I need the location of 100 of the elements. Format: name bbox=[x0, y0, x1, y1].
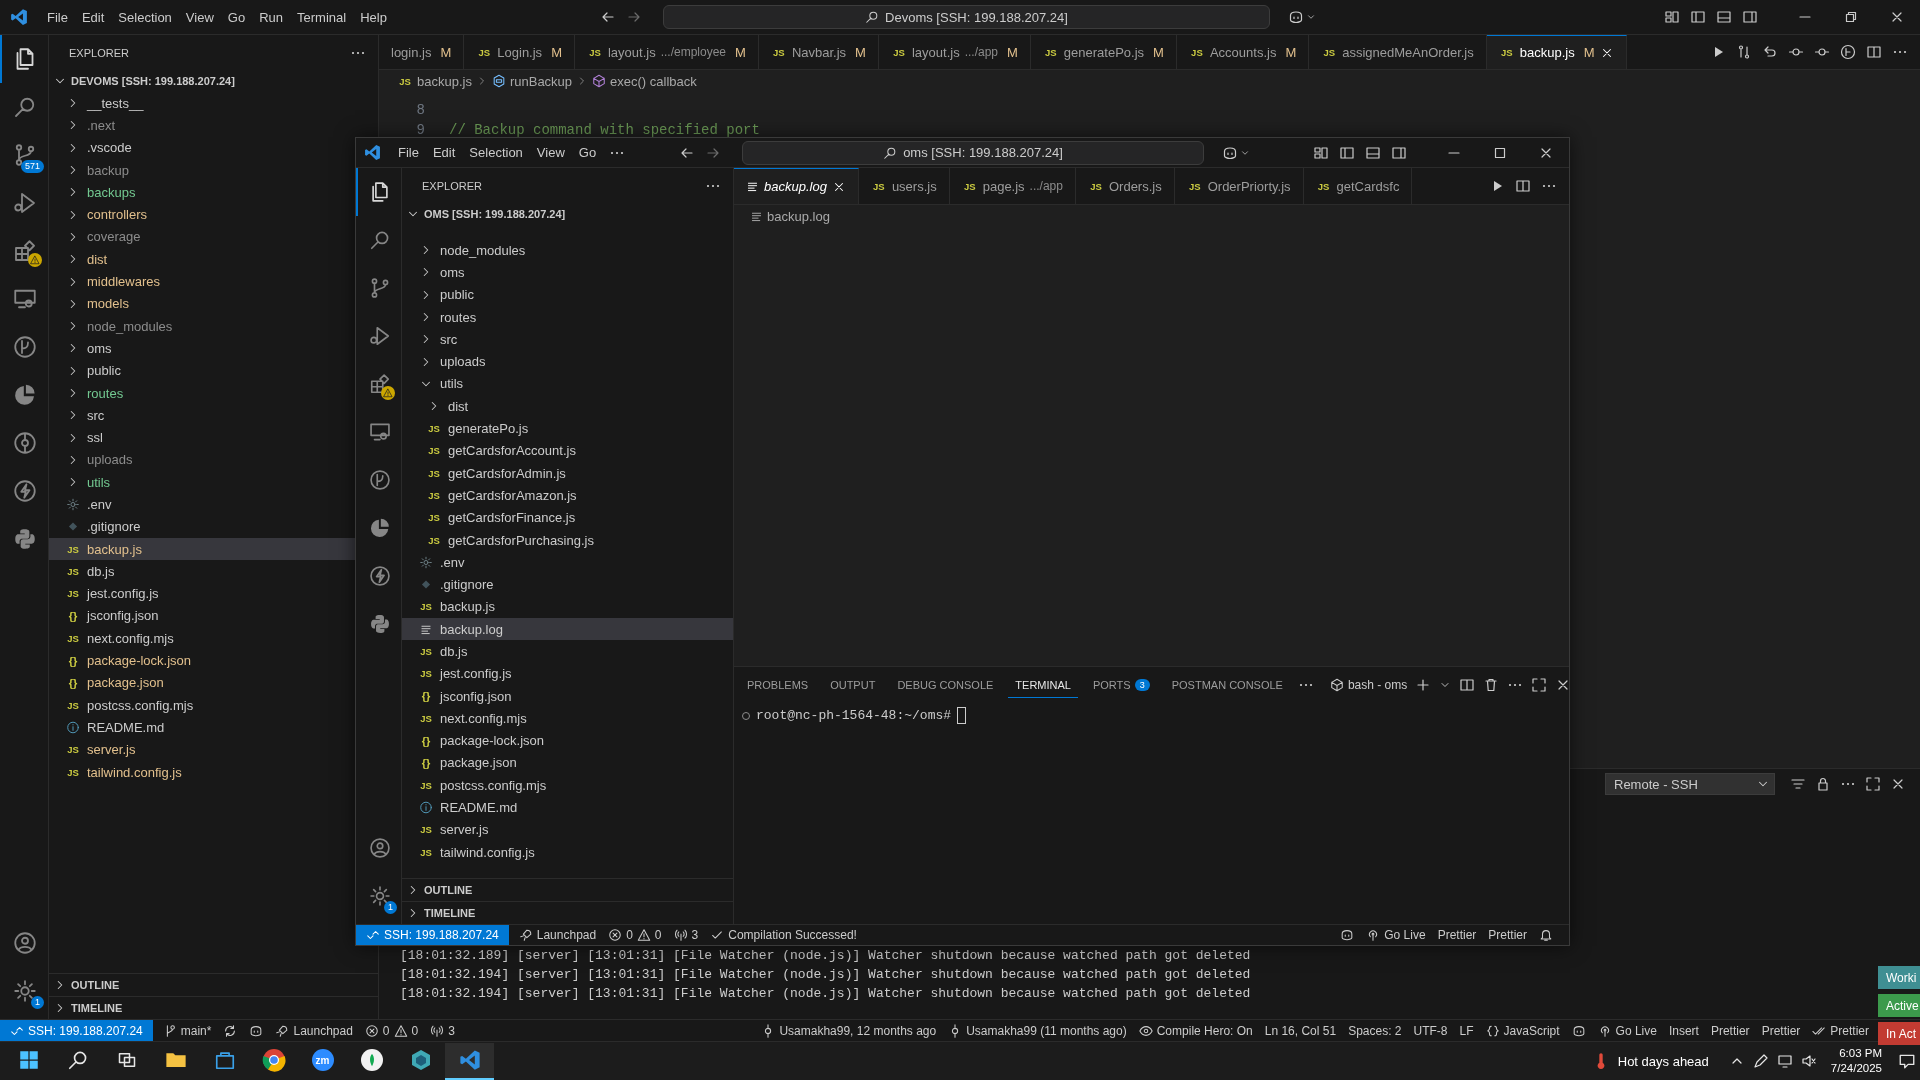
tree-item[interactable]: JS jest.config.js bbox=[402, 662, 733, 685]
menu-item[interactable]: File bbox=[391, 142, 426, 163]
editor-tab[interactable]: JS layout.js .../app M bbox=[878, 35, 1031, 69]
secondary-sidebar-icon[interactable] bbox=[1742, 9, 1758, 25]
menu-item[interactable]: Run bbox=[252, 6, 290, 28]
tree-item[interactable]: JS getCardsforAdmin.js bbox=[402, 461, 733, 485]
status-item[interactable]: LF bbox=[1453, 1020, 1480, 1041]
editor-tab[interactable]: backup.log bbox=[734, 168, 859, 204]
editor-tab[interactable]: JS OrderPriorty.js bbox=[1174, 168, 1304, 204]
tree-item[interactable]: .next bbox=[49, 114, 356, 137]
tree-item[interactable]: utils bbox=[402, 372, 733, 396]
breadcrumb-item[interactable]: exec() callback bbox=[592, 73, 697, 89]
status-item[interactable]: Ln 16, Col 51 bbox=[1258, 1020, 1343, 1041]
status-toast[interactable]: Active bbox=[1878, 994, 1920, 1017]
tree-item[interactable]: dist bbox=[402, 395, 733, 418]
tree-item[interactable]: oms bbox=[402, 261, 733, 284]
sidebar-toggle-icon[interactable] bbox=[1339, 144, 1355, 161]
tree-item[interactable]: src bbox=[402, 328, 733, 351]
tree-item[interactable]: routes bbox=[49, 381, 356, 405]
tree-item[interactable]: uploads bbox=[402, 350, 733, 373]
tree-item[interactable]: __tests__ bbox=[49, 92, 356, 115]
maximize-icon[interactable] bbox=[1865, 776, 1881, 792]
status-toast[interactable]: In Act bbox=[1878, 1022, 1920, 1045]
status-item[interactable]: 3 bbox=[424, 1020, 461, 1041]
tree-item[interactable]: controllers bbox=[49, 203, 356, 226]
tree-item[interactable]: public bbox=[402, 283, 733, 306]
editor-tab[interactable]: login.js M bbox=[379, 35, 465, 69]
tree-item[interactable]: JS backup.js bbox=[402, 595, 733, 619]
copilot-icon[interactable] bbox=[1288, 9, 1304, 25]
menu-item[interactable]: Selection bbox=[462, 142, 530, 163]
tree-item[interactable]: models bbox=[49, 292, 356, 315]
tree-item[interactable]: uploads bbox=[49, 448, 356, 472]
tree-item[interactable]: backups bbox=[49, 181, 356, 204]
restore-icon[interactable] bbox=[1843, 9, 1859, 25]
command-center[interactable]: oms [SSH: 199.188.207.24] bbox=[742, 140, 1204, 165]
status-item[interactable]: 0 0 bbox=[358, 1020, 425, 1041]
tree-item[interactable]: {} package.json bbox=[49, 671, 356, 694]
section-header[interactable]: OUTLINE bbox=[402, 878, 733, 901]
status-item[interactable]: Launchpad bbox=[269, 1020, 359, 1041]
editor-tab[interactable]: JS backup.js M bbox=[1486, 35, 1627, 69]
status-item[interactable]: Usamakha99 (11 months ago) bbox=[942, 1020, 1133, 1041]
status-item[interactable]: JavaScript bbox=[1479, 1020, 1566, 1041]
copilot-icon[interactable] bbox=[1222, 144, 1238, 161]
tree-item[interactable]: node_modules bbox=[49, 314, 356, 338]
tree-item[interactable]: README.md bbox=[402, 796, 733, 819]
tree-item[interactable]: JS getCardsforAmazon.js bbox=[402, 484, 733, 507]
terminal-selector[interactable]: bash - oms bbox=[1329, 678, 1408, 692]
menu-item[interactable]: View bbox=[529, 142, 572, 163]
vscode-taskbar-button[interactable] bbox=[445, 1042, 494, 1080]
tree-item[interactable]: .env bbox=[402, 551, 733, 574]
weather-widget[interactable]: Hot days ahead bbox=[1591, 1052, 1709, 1070]
status-item[interactable]: Prettier bbox=[1755, 1020, 1807, 1041]
menu-item[interactable]: Help bbox=[353, 6, 394, 28]
status-item[interactable]: Prettier bbox=[1482, 925, 1533, 945]
tree-item[interactable]: README.md bbox=[49, 716, 356, 739]
tree-item[interactable]: JS next.config.mjs bbox=[49, 627, 356, 650]
status-item[interactable]: Prettier bbox=[1806, 1020, 1875, 1041]
breadcrumb-item[interactable]: JS backup.js bbox=[397, 73, 472, 89]
caret-icon[interactable] bbox=[1306, 12, 1316, 22]
remote-button[interactable]: SSH: 199.188.207.24 bbox=[0, 1020, 153, 1041]
menu-item[interactable]: Go bbox=[220, 6, 253, 28]
status-item[interactable]: Usamakha99, 12 months ago bbox=[755, 1020, 943, 1041]
editor-tab[interactable]: JS getCardsfc bbox=[1303, 168, 1413, 204]
tree-item[interactable]: dist bbox=[49, 248, 356, 271]
editor-tab[interactable]: JS generatePo.js M bbox=[1030, 35, 1177, 69]
panel-tab[interactable]: POSTMAN CONSOLE bbox=[1164, 672, 1290, 698]
status-item[interactable]: Go Live bbox=[1360, 925, 1432, 945]
tree-item[interactable]: .vscode bbox=[49, 136, 356, 159]
tree-item[interactable]: {} jsconfig.json bbox=[402, 684, 733, 708]
tree-item[interactable]: public bbox=[49, 359, 356, 382]
panel-toggle-icon[interactable] bbox=[1365, 144, 1381, 161]
status-item[interactable]: UTF-8 bbox=[1407, 1020, 1454, 1041]
editor-tab[interactable]: JS users.js bbox=[858, 168, 950, 204]
settings-button[interactable]: 1 bbox=[0, 967, 48, 1015]
tree-item[interactable]: JS backup.js bbox=[49, 537, 356, 561]
workspace-header[interactable]: OMS [SSH: 199.188.207.24] bbox=[402, 203, 733, 225]
panel-tab[interactable]: PROBLEMS bbox=[740, 672, 816, 698]
panel-tab[interactable]: DEBUG CONSOLE bbox=[890, 672, 1001, 698]
tree-item[interactable]: {} package.json bbox=[402, 751, 733, 775]
split-editor-icon[interactable] bbox=[1515, 178, 1531, 194]
command-center[interactable]: Devoms [SSH: 199.188.207.24] bbox=[663, 5, 1270, 29]
settings-button[interactable]: 1 bbox=[356, 872, 401, 920]
tree-item[interactable]: JS jest.config.js bbox=[49, 582, 356, 605]
menu-item[interactable]: Edit bbox=[74, 6, 112, 28]
tree-item[interactable]: backup.log bbox=[402, 618, 733, 641]
layout-icon[interactable] bbox=[1664, 9, 1680, 25]
tree-item[interactable]: coverage bbox=[49, 225, 356, 249]
panel-tab[interactable]: TERMINAL bbox=[1008, 672, 1078, 698]
remote-button[interactable]: SSH: 199.188.207.24 bbox=[356, 925, 509, 945]
tree-item[interactable]: JS generatePo.js bbox=[402, 417, 733, 440]
menu-item[interactable]: File bbox=[40, 6, 75, 28]
section-header[interactable]: OUTLINE bbox=[49, 973, 378, 996]
tree-item[interactable]: JS next.config.mjs bbox=[402, 707, 733, 730]
notification-icon[interactable] bbox=[1898, 1052, 1916, 1070]
menu-item[interactable]: Edit bbox=[425, 142, 463, 163]
sidebar-toggle-icon[interactable] bbox=[1690, 9, 1706, 25]
undo-icon[interactable] bbox=[1762, 44, 1778, 60]
layout-icon[interactable] bbox=[1313, 144, 1329, 161]
workspace-header[interactable]: DEVOMS [SSH: 199.188.207.24] bbox=[49, 70, 378, 92]
status-item[interactable]: 0 0 bbox=[602, 925, 668, 945]
